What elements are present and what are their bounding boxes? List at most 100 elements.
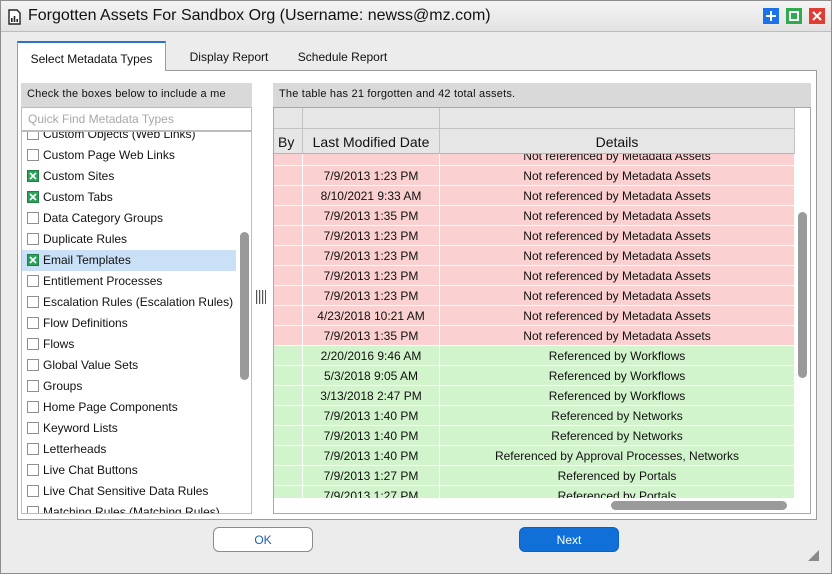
list-item[interactable]: Custom Page Web Links	[22, 145, 236, 166]
list-item[interactable]: Duplicate Rules	[22, 229, 236, 250]
table-row[interactable]: 7/9/2013 1:35 PM Not referenced by Metada…	[274, 326, 795, 346]
table-row[interactable]: 4/23/2018 10:21 AM Not referenced by Meta…	[274, 306, 795, 326]
column-header-details[interactable]: Details	[440, 108, 795, 154]
list-item[interactable]: Email Templates	[22, 250, 236, 271]
resize-grip-icon[interactable]	[806, 548, 820, 562]
checked-checkbox[interactable]	[27, 170, 39, 182]
checkbox[interactable]	[27, 296, 39, 308]
table-vertical-scroll-thumb[interactable]	[798, 212, 807, 378]
close-icon	[809, 8, 825, 24]
cell-by	[274, 326, 303, 346]
table-row[interactable]: 7/9/2013 1:40 PM Referenced by Networks	[274, 426, 795, 446]
table-horizontal-scroll-thumb[interactable]	[611, 501, 787, 510]
checkbox[interactable]	[27, 485, 39, 497]
list-item[interactable]: Escalation Rules (Escalation Rules)	[22, 292, 236, 313]
table-row[interactable]: 7/9/2013 1:27 PM Referenced by Portals	[274, 486, 795, 498]
list-item[interactable]: Custom Tabs	[22, 187, 236, 208]
checkbox[interactable]	[27, 149, 39, 161]
list-item-label: Flow Definitions	[43, 316, 128, 330]
list-item[interactable]: Home Page Components	[22, 397, 236, 418]
checkbox[interactable]	[27, 317, 39, 329]
checkbox[interactable]	[27, 275, 39, 287]
quick-find-input[interactable]	[22, 108, 251, 130]
panel-splitter-handle[interactable]	[256, 290, 266, 304]
table-row[interactable]: 7/9/2013 1:23 PM Not referenced by Metada…	[274, 226, 795, 246]
column-header-last-modified-date[interactable]: Last Modified Date	[303, 108, 440, 154]
next-button[interactable]: Next	[519, 527, 619, 552]
checkbox[interactable]	[27, 132, 39, 140]
list-item[interactable]: Live Chat Sensitive Data Rules	[22, 481, 236, 502]
quick-find-box	[21, 107, 252, 131]
checkbox[interactable]	[27, 212, 39, 224]
list-item-label: Custom Sites	[43, 169, 115, 183]
checkbox[interactable]	[27, 233, 39, 245]
cell-last-modified-date: 7/9/2013 1:27 PM	[303, 486, 440, 498]
table-row[interactable]: 5/3/2018 9:05 AM Referenced by Workflows	[274, 366, 795, 386]
cell-details: Not referenced by Metadata Assets	[440, 154, 795, 166]
checkbox[interactable]	[27, 359, 39, 371]
checkbox[interactable]	[27, 422, 39, 434]
table-row[interactable]: 8/10/2021 9:33 AM Not referenced by Metad…	[274, 186, 795, 206]
list-item[interactable]: Data Category Groups	[22, 208, 236, 229]
list-item-label: Escalation Rules (Escalation Rules)	[43, 295, 234, 309]
cell-by	[274, 466, 303, 486]
list-item-label: Live Chat Sensitive Data Rules	[43, 484, 209, 498]
plus-button[interactable]	[763, 8, 779, 24]
ok-button[interactable]: OK	[213, 527, 313, 552]
cell-details: Referenced by Workflows	[440, 386, 795, 406]
table-row[interactable]: 7/9/2013 1:23 PM Not referenced by Metada…	[274, 266, 795, 286]
assets-table: By Last Modified Date Details Not refere…	[273, 107, 811, 514]
table-row[interactable]: 7/9/2013 1:40 PM Referenced by Approval P…	[274, 446, 795, 466]
table-horizontal-scrollbar[interactable]	[274, 498, 795, 513]
cell-by	[274, 406, 303, 426]
checked-checkbox[interactable]	[27, 191, 39, 203]
list-item[interactable]: Live Chat Buttons	[22, 460, 236, 481]
checked-checkbox[interactable]	[27, 254, 39, 266]
list-item[interactable]: Flow Definitions	[22, 313, 236, 334]
list-item[interactable]: Global Value Sets	[22, 355, 236, 376]
list-item[interactable]: Entitlement Processes	[22, 271, 236, 292]
table-row[interactable]: 7/9/2013 1:40 PM Referenced by Networks	[274, 406, 795, 426]
cell-details: Not referenced by Metadata Assets	[440, 226, 795, 246]
table-row[interactable]: 7/9/2013 1:23 PM Not referenced by Metada…	[274, 246, 795, 266]
cell-last-modified-date: 7/9/2013 1:23 PM	[303, 266, 440, 286]
maximize-button[interactable]	[786, 8, 802, 24]
list-item-label: Flows	[43, 337, 75, 351]
table-row[interactable]: 2/20/2016 9:46 AM Referenced by Workflows	[274, 346, 795, 366]
list-item[interactable]: Custom Objects (Web Links)	[22, 132, 236, 145]
close-button[interactable]	[809, 8, 825, 24]
table-row[interactable]: 7/9/2013 1:35 PM Not referenced by Metada…	[274, 206, 795, 226]
checkbox[interactable]	[27, 338, 39, 350]
table-row[interactable]: 7/9/2013 1:23 PM Not referenced by Metada…	[274, 286, 795, 306]
table-vertical-scrollbar[interactable]	[795, 108, 810, 498]
list-item[interactable]: Groups	[22, 376, 236, 397]
list-item[interactable]: Matching Rules (Matching Rules)	[22, 502, 236, 513]
table-row[interactable]: 3/13/2018 2:47 PM Referenced by Workflows	[274, 386, 795, 406]
tab-schedule-report[interactable]: Schedule Report	[285, 41, 400, 71]
tab-display-report[interactable]: Display Report	[174, 41, 284, 71]
metadata-list-scroll-thumb[interactable]	[240, 232, 249, 380]
cell-last-modified-date: 4/23/2018 10:21 AM	[303, 306, 440, 326]
tab-select-metadata-types[interactable]: Select Metadata Types	[17, 41, 166, 71]
cell-by	[274, 154, 303, 166]
metadata-list-scrollbar[interactable]	[238, 132, 251, 513]
cell-by	[274, 366, 303, 386]
table-body: Not referenced by Metadata Assets 7/9/201…	[274, 154, 795, 498]
table-row[interactable]: 7/9/2013 1:23 PM Not referenced by Metada…	[274, 166, 795, 186]
list-item-label: Custom Page Web Links	[43, 148, 175, 162]
checkbox[interactable]	[27, 443, 39, 455]
checkbox[interactable]	[27, 506, 39, 513]
cell-by	[274, 186, 303, 206]
checkbox[interactable]	[27, 464, 39, 476]
table-row[interactable]: 7/9/2013 1:27 PM Referenced by Portals	[274, 466, 795, 486]
list-item[interactable]: Keyword Lists	[22, 418, 236, 439]
check-x-icon	[29, 256, 37, 264]
list-item[interactable]: Letterheads	[22, 439, 236, 460]
checkbox[interactable]	[27, 380, 39, 392]
list-item[interactable]: Custom Sites	[22, 166, 236, 187]
column-header-by[interactable]: By	[274, 108, 303, 154]
list-item[interactable]: Flows	[22, 334, 236, 355]
checkbox[interactable]	[27, 401, 39, 413]
cell-by	[274, 266, 303, 286]
table-row[interactable]: Not referenced by Metadata Assets	[274, 154, 795, 166]
